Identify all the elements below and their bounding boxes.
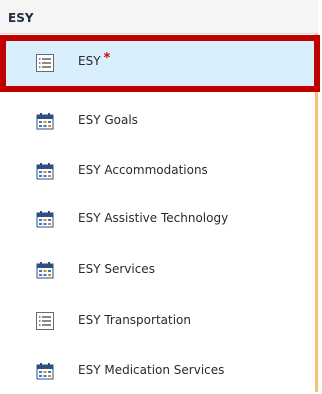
nav-item-esy-transportation[interactable]: ESY Transportation [0, 298, 318, 344]
calendar-icon [36, 210, 54, 228]
nav-item-esy-medication-services[interactable]: ESY Medication Services [0, 348, 318, 394]
calendar-icon [36, 261, 54, 279]
nav-item-esy-goals[interactable]: ESY Goals [0, 98, 318, 144]
section-title: ESY [8, 11, 34, 25]
calendar-icon [36, 362, 54, 380]
nav-item-label: ESY Goals [78, 113, 138, 127]
nav-item-label: ESY Transportation [78, 313, 191, 327]
nav-item-label: ESY * [78, 51, 111, 68]
esy-navigation-panel: ESY ESY * ESY Goals ESY Accommodations E… [0, 0, 320, 394]
calendar-icon [36, 162, 54, 180]
list-icon [36, 54, 54, 72]
nav-item-label: ESY Services [78, 262, 155, 276]
nav-item-label: ESY Medication Services [78, 363, 225, 377]
nav-item-esy-services[interactable]: ESY Services [0, 247, 318, 293]
nav-item-esy-assistive-technology[interactable]: ESY Assistive Technology [0, 196, 318, 242]
list-icon [36, 312, 54, 330]
nav-item-esy[interactable]: ESY * [0, 35, 320, 92]
calendar-icon [36, 112, 54, 130]
nav-item-esy-accommodations[interactable]: ESY Accommodations [0, 148, 318, 194]
nav-item-label: ESY Assistive Technology [78, 211, 229, 225]
section-header: ESY [0, 0, 318, 34]
required-asterisk: * [103, 51, 111, 66]
nav-item-label: ESY Accommodations [78, 163, 208, 177]
